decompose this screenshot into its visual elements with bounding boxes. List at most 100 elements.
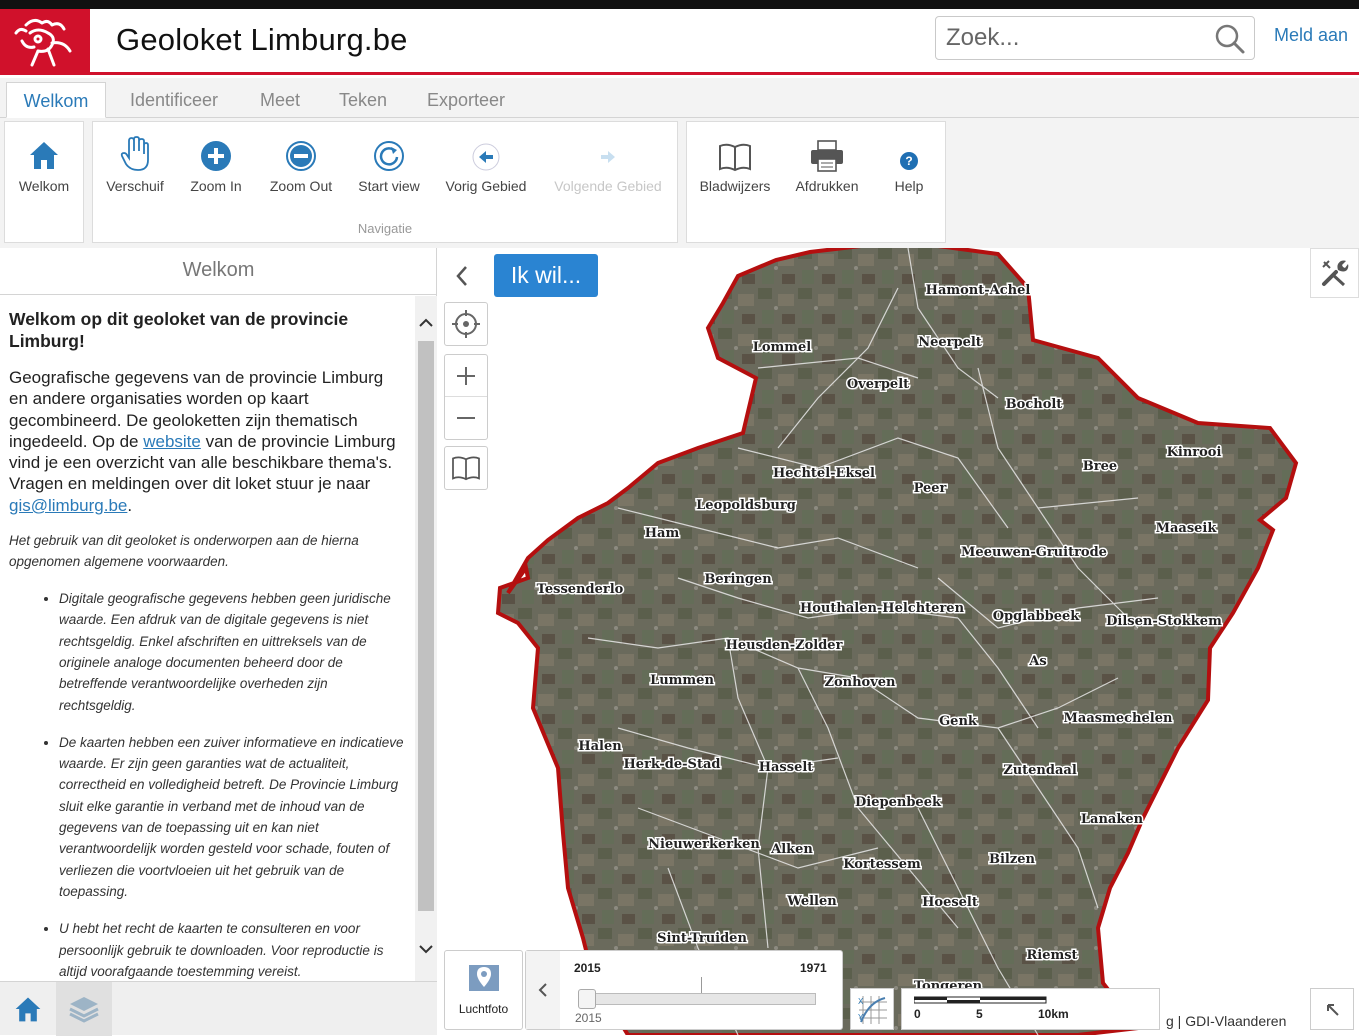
map-label: Tessenderlo <box>537 582 624 597</box>
panel-home-button[interactable] <box>0 982 56 1036</box>
tab-welkom[interactable]: Welkom <box>6 82 106 118</box>
map-zoom-out-button[interactable] <box>445 397 487 439</box>
next-extent-button[interactable]: Volgende Gebied <box>545 132 671 194</box>
print-button[interactable]: Afdrukken <box>787 132 867 194</box>
zoom-in-label: Zoom In <box>190 178 242 194</box>
arrow-forward-icon <box>601 151 615 163</box>
panel-content: Welkom op dit geoloket van de provincie … <box>0 296 414 981</box>
bookmark-control <box>444 446 488 490</box>
map-label: Overpelt <box>847 377 909 392</box>
map-label: Neerpelt <box>918 335 982 350</box>
tab-exporteer[interactable]: Exporteer <box>412 82 520 118</box>
scale-label-5: 5 <box>976 1007 983 1021</box>
welkom-button[interactable]: Welkom <box>5 132 83 194</box>
map-label: As <box>1028 654 1046 669</box>
printer-icon <box>811 140 843 172</box>
chevron-down-icon[interactable] <box>415 938 437 960</box>
zoom-in-button[interactable]: Zoom In <box>179 132 253 194</box>
zoom-control <box>444 354 488 440</box>
pan-button[interactable]: Verschuif <box>99 132 171 194</box>
map-label: Hechtel-Eksel <box>773 466 875 481</box>
map-label: Bree <box>1083 459 1117 474</box>
expand-icon <box>1327 1004 1339 1016</box>
welkom-button-label: Welkom <box>18 178 70 194</box>
terms-list: Digitale geografische gegevens hebben ge… <box>59 588 405 981</box>
map-label: Opglabbeek <box>993 609 1081 624</box>
ik-wil-button[interactable]: Ik wil... <box>494 254 598 297</box>
chevron-up-icon[interactable] <box>415 312 437 334</box>
intro-text-end: . <box>127 495 133 515</box>
website-link[interactable]: website <box>143 432 201 451</box>
map-label: Riemst <box>1026 948 1077 963</box>
print-label: Afdrukken <box>795 178 859 194</box>
bookmarks-button[interactable]: Bladwijzers <box>693 132 777 194</box>
province-outline <box>495 248 1299 1035</box>
tab-meet[interactable]: Meet <box>246 82 314 118</box>
tab-identificeer[interactable]: Identificeer <box>114 82 234 118</box>
coordinates-button[interactable]: XY <box>850 988 894 1030</box>
zoom-out-label: Zoom Out <box>269 178 333 194</box>
basemap-button[interactable]: Luchtfoto <box>444 950 523 1030</box>
ribbon-group-navigation: Verschuif Zoom In Zoom Out Start view Vo… <box>92 121 678 243</box>
start-view-button[interactable]: Start view <box>349 132 429 194</box>
time-slider-end: 1971 <box>800 961 827 975</box>
search-input[interactable] <box>946 23 1206 53</box>
ribbon-group-tools: Bladwijzers Afdrukken ? Help <box>686 121 946 243</box>
scale-label-0: 0 <box>914 1007 921 1021</box>
previous-extent-button[interactable]: Vorig Gebied <box>437 132 535 194</box>
zoom-out-icon <box>286 141 316 171</box>
time-slider-prev-button[interactable] <box>526 951 560 1029</box>
terms-text: Het gebruik van dit geoloket is onderwor… <box>9 533 359 570</box>
map-label: Bilzen <box>989 852 1036 867</box>
fullscreen-button[interactable] <box>1310 988 1354 1030</box>
tools-button[interactable] <box>1310 248 1359 298</box>
panel-scrollbar[interactable] <box>415 296 437 981</box>
scale-bar: 0 5 10km <box>901 988 1160 1030</box>
time-slider-handle[interactable] <box>578 989 596 1009</box>
map-attribution: g | GDI-Vlaanderen <box>1162 1012 1291 1032</box>
time-slider-track[interactable] <box>584 993 816 1005</box>
scrollbar-thumb[interactable] <box>418 341 434 911</box>
map-zoom-in-button[interactable] <box>445 355 487 397</box>
help-icon: ? <box>900 152 918 170</box>
hand-icon <box>120 136 149 171</box>
map-label: Houthalen-Helchteren <box>800 601 965 616</box>
list-item: Digitale geografische gegevens hebben ge… <box>59 588 405 716</box>
collapse-panel-button[interactable] <box>444 256 480 296</box>
panel-layers-button[interactable] <box>56 982 112 1036</box>
map-pin-icon <box>468 965 499 991</box>
minus-icon <box>457 417 475 419</box>
site-title: Geoloket Limburg.be <box>116 22 408 57</box>
map-label: Bocholt <box>1006 397 1063 412</box>
zoom-out-button[interactable]: Zoom Out <box>259 132 343 194</box>
crosshair-icon <box>452 310 480 338</box>
map-label: Herk-de-Stad <box>624 757 721 772</box>
map-view[interactable]: Hamont-Achel Lommel Neerpelt Overpelt Bo… <box>438 248 1359 1035</box>
map-label: Heusden-Zolder <box>726 638 843 653</box>
panel-footer <box>0 981 437 1036</box>
tools-icon <box>1321 260 1348 287</box>
search-icon[interactable] <box>1214 23 1246 60</box>
bookmarks-label: Bladwijzers <box>699 178 771 194</box>
home-icon <box>30 142 58 169</box>
province-logo[interactable] <box>0 9 90 75</box>
header: Geoloket Limburg.be Meld aan <box>0 9 1359 75</box>
help-button[interactable]: ? Help <box>877 132 941 194</box>
svg-text:X: X <box>858 997 864 1006</box>
locate-button[interactable] <box>445 303 487 345</box>
aerial-map[interactable]: Hamont-Achel Lommel Neerpelt Overpelt Bo… <box>438 248 1359 1035</box>
map-label: Dilsen-Stokkem <box>1106 614 1222 629</box>
list-item: De kaarten hebben een zuiver informatiev… <box>59 732 405 902</box>
ribbon-toolbar: Welkom Verschuif Zoom In Zoom Out Start … <box>0 118 1359 248</box>
scale-bar-graphic <box>914 996 1047 1004</box>
map-bookmarks-button[interactable] <box>445 447 487 489</box>
tab-teken[interactable]: Teken <box>326 82 400 118</box>
map-label: Ham <box>645 526 680 541</box>
home-icon <box>15 997 41 1022</box>
chevron-left-icon <box>456 266 467 286</box>
help-label: Help <box>894 178 924 194</box>
time-slider-start: 2015 <box>574 961 601 975</box>
email-link[interactable]: gis@limburg.be <box>9 496 127 515</box>
map-label: Meeuwen-Gruitrode <box>961 545 1107 560</box>
login-link[interactable]: Meld aan <box>1274 25 1348 46</box>
